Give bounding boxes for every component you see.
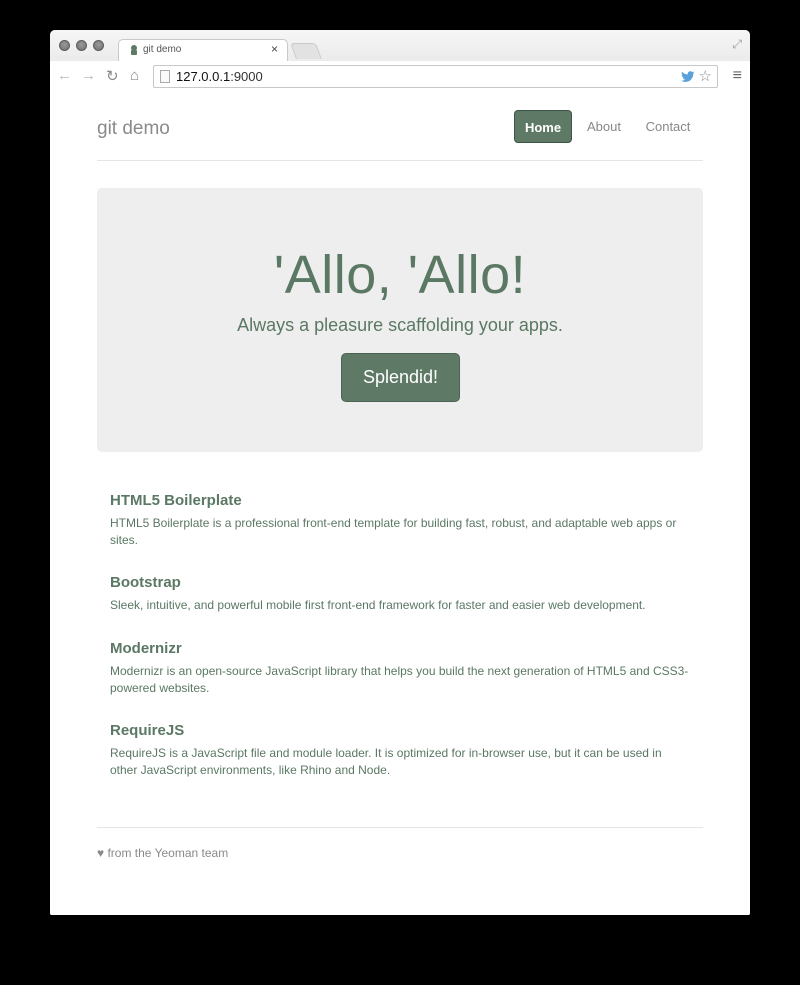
browser-window: git demo × ⤢ ← → ↻ ⌂ 127.0.0.1:9000 ☆ ≡ …: [50, 30, 750, 915]
forward-icon[interactable]: →: [81, 67, 96, 84]
page-icon: [160, 70, 170, 83]
yeoman-favicon-icon: [131, 45, 137, 55]
url-text[interactable]: 127.0.0.1:9000: [176, 69, 263, 84]
site-nav: Home About Contact: [503, 110, 703, 143]
url-port: :9000: [230, 69, 263, 84]
splendid-button[interactable]: Splendid!: [341, 353, 460, 402]
site-footer: ♥ from the Yeoman team: [97, 827, 703, 860]
bookmark-star-icon[interactable]: ☆: [699, 67, 712, 85]
footer-text: ♥ from the Yeoman team: [97, 846, 229, 860]
browser-tab[interactable]: git demo ×: [118, 39, 288, 61]
nav-contact[interactable]: Contact: [633, 110, 703, 143]
nav-home[interactable]: Home: [514, 110, 572, 143]
feature-title: RequireJS: [110, 722, 185, 739]
address-bar[interactable]: 127.0.0.1:9000 ☆: [153, 65, 718, 88]
minimize-window-button[interactable]: [76, 40, 87, 51]
feature-text: Sleek, intuitive, and powerful mobile fi…: [110, 598, 646, 612]
back-icon[interactable]: ←: [57, 67, 72, 84]
browser-toolbar: ← → ↻ ⌂ 127.0.0.1:9000 ☆ ≡: [50, 61, 750, 93]
url-host: 127.0.0.1: [176, 69, 231, 84]
fullscreen-icon[interactable]: ⤢: [732, 37, 742, 52]
jumbotron-title: 'Allo, 'Allo!: [273, 245, 527, 305]
feature-html5-boilerplate: HTML5 Boilerplate HTML5 Boilerplate is a…: [110, 492, 690, 549]
jumbotron-lead: Always a pleasure scaffolding your apps.: [237, 315, 563, 335]
feature-modernizr: Modernizr Modernizr is an open-source Ja…: [110, 640, 690, 697]
new-tab-button[interactable]: [290, 43, 322, 59]
menu-icon[interactable]: ≡: [733, 67, 742, 85]
feature-title: HTML5 Boilerplate: [110, 492, 242, 509]
zoom-window-button[interactable]: [93, 40, 104, 51]
tab-title: git demo: [143, 44, 182, 55]
page-content: git demo Home About Contact 'Allo, 'Allo…: [50, 92, 750, 915]
feature-title: Modernizr: [110, 640, 182, 657]
feature-bootstrap: Bootstrap Sleek, intuitive, and powerful…: [110, 574, 646, 614]
feature-title: Bootstrap: [110, 574, 181, 591]
site-header: git demo Home About Contact: [97, 92, 703, 161]
twitter-extension-icon[interactable]: [681, 71, 695, 83]
home-icon[interactable]: ⌂: [130, 67, 139, 84]
close-window-button[interactable]: [59, 40, 70, 51]
nav-about[interactable]: About: [579, 110, 629, 143]
feature-requirejs: RequireJS RequireJS is a JavaScript file…: [110, 722, 690, 779]
feature-text: Modernizr is an open-source JavaScript l…: [110, 664, 689, 695]
site-brand[interactable]: git demo: [97, 118, 170, 140]
feature-text: RequireJS is a JavaScript file and modul…: [110, 746, 662, 777]
jumbotron: 'Allo, 'Allo! Always a pleasure scaffold…: [97, 188, 703, 452]
tab-strip: git demo × ⤢: [50, 30, 750, 61]
reload-icon[interactable]: ↻: [106, 67, 119, 85]
tab-close-icon[interactable]: ×: [271, 42, 278, 56]
feature-text: HTML5 Boilerplate is a professional fron…: [110, 516, 677, 547]
